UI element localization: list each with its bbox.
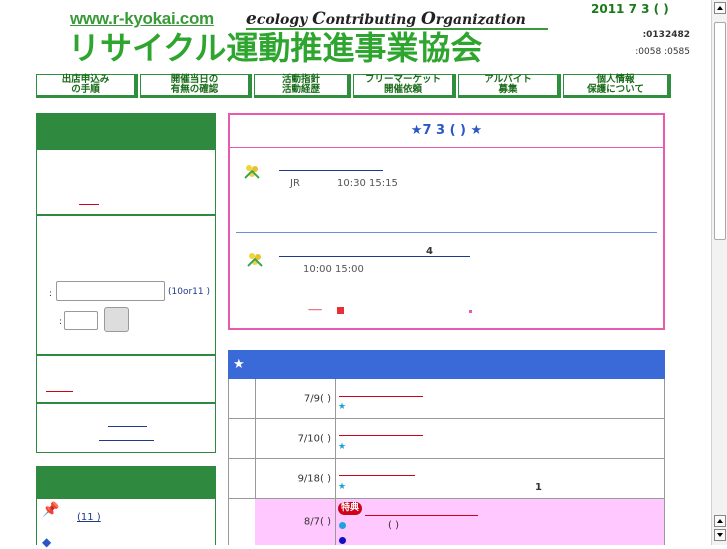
sidebar-list-box: 📌 (11 ) ◆ [36, 498, 216, 549]
organization-tagline: ecology Contributing Organization [246, 9, 526, 29]
event-title-link[interactable] [339, 435, 423, 436]
event-row[interactable]: 7/9( ) ★ [228, 379, 665, 419]
search-hint: (10or11 ) [168, 287, 210, 297]
more-link-dashes[interactable]: ------- [308, 305, 322, 314]
nav-label: 個人情報 保護について [587, 74, 644, 95]
event-row[interactable]: 9/18( ) ★ 1 [228, 459, 665, 499]
event-row-spacer [229, 419, 256, 458]
current-date: 2011 7 3 ( ) [591, 2, 669, 16]
search-number-input[interactable] [56, 281, 165, 301]
sidebar-header [36, 113, 216, 149]
sidebar-links-box [36, 403, 216, 453]
site-url-link[interactable]: www.r-kyokai.com [70, 9, 214, 29]
flower-icon [247, 253, 263, 267]
news-item-1-meta: JR [290, 178, 300, 189]
event-detail-cell: ★ [335, 419, 664, 458]
sidebar-link-box [36, 355, 216, 403]
event-detail-cell: ★ [335, 379, 664, 418]
scrollbar-thumb[interactable] [714, 22, 726, 240]
news-item-2-time: 10:00 15:00 [303, 264, 364, 275]
red-link-underline[interactable] [79, 204, 99, 205]
event-date: 7/9( ) [303, 393, 331, 404]
tagline-part3: rganization [435, 12, 526, 28]
scroll-down-button[interactable] [714, 529, 726, 541]
red-square-icon [337, 307, 344, 314]
bullet-icon [339, 537, 346, 544]
event-date-cell: 7/10( ) [255, 419, 336, 458]
tagline-c: C [312, 9, 326, 29]
nav-privacy-policy[interactable]: 個人情報 保護について [563, 74, 671, 98]
nav-activity-policy[interactable]: 活動指針 活動経歴 [254, 74, 351, 98]
event-title-link[interactable] [339, 475, 415, 476]
tagline-o: O [420, 9, 436, 29]
event-date: 8/7( ) [303, 516, 331, 528]
news-divider [236, 232, 657, 233]
event-date-cell: 7/9( ) [255, 379, 336, 418]
event-row-spacer [229, 379, 256, 418]
nav-part-time-jobs[interactable]: アルバイト 募集 [458, 74, 561, 98]
event-row-highlight[interactable]: 8/7( ) 特典 ( ) [228, 499, 665, 545]
news-item-1-time: 10:30 15:15 [337, 178, 398, 189]
nav-label: 開催当日の 有無の確認 [170, 74, 219, 95]
event-date-cell: 9/18( ) [255, 459, 336, 498]
event-row-spacer [229, 459, 256, 498]
search-label-2: : [59, 317, 63, 327]
event-row[interactable]: 7/10( ) ★ [228, 419, 665, 459]
red-link-underline[interactable] [46, 391, 73, 392]
star-icon: ★ [338, 442, 347, 452]
event-detail-cell: ★ 1 [335, 459, 664, 498]
tagline-part2: ontributing [325, 12, 421, 28]
search-label: : [49, 289, 53, 299]
pink-dot-icon [469, 310, 472, 313]
event-extra-number: 1 [535, 482, 542, 493]
vertical-scrollbar[interactable] [711, 0, 727, 545]
arrow-up-icon [717, 519, 723, 523]
sidebar-header-2 [36, 466, 216, 498]
sidebar-search-box: : (10or11 ) : [36, 215, 216, 355]
pin-icon: ◆ [42, 535, 52, 549]
visitor-counter-today: :0058 :0585 [635, 47, 690, 57]
nav-label: 出店申込み の手順 [61, 74, 110, 95]
pin-icon: 📌 [42, 502, 60, 518]
tagline-part1: cology [256, 12, 313, 28]
nav-application-steps[interactable]: 出店申込み の手順 [36, 74, 138, 98]
scroll-up-button-bottom[interactable] [714, 515, 726, 527]
event-title-link[interactable] [365, 515, 478, 516]
event-table-header: ★ [228, 350, 665, 379]
search-code-input[interactable] [64, 311, 98, 330]
blue-link-underline[interactable] [99, 440, 154, 441]
news-item-1-link[interactable] [279, 170, 383, 171]
scroll-up-button[interactable] [714, 2, 726, 14]
nav-flea-market-request[interactable]: フリーマーケット 開催依頼 [353, 74, 456, 98]
nav-label: 活動指針 活動経歴 [281, 74, 320, 95]
news-title: ★7 3 ( ) ★ [230, 115, 663, 148]
nav-label: フリーマーケット 開催依頼 [364, 74, 441, 95]
nav-event-status[interactable]: 開催当日の 有無の確認 [140, 74, 252, 98]
search-submit-button[interactable] [104, 307, 129, 332]
nav-label: アルバイト 募集 [484, 74, 532, 95]
event-parenthesis: ( ) [388, 520, 399, 531]
star-icon: ★ [338, 482, 347, 492]
event-title-link[interactable] [339, 396, 423, 397]
news-box: ★7 3 ( ) ★ JR 10:30 15:15 4 10:00 15:00 … [228, 113, 665, 330]
tagline-e: e [246, 9, 257, 29]
event-detail-cell: 特典 ( ) [335, 499, 664, 545]
sidebar-list-item[interactable]: (11 ) [77, 512, 101, 523]
visitor-counter-total: :0132482 [642, 30, 690, 40]
site-title: リサイクル運動推進事業協会 [68, 29, 483, 67]
flower-icon [244, 165, 260, 179]
event-date: 9/18( ) [297, 473, 331, 484]
bullet-icon [339, 522, 346, 529]
blue-link-underline[interactable] [108, 426, 147, 427]
event-date-cell: 8/7( ) [255, 499, 336, 545]
star-icon: ★ [338, 402, 347, 412]
bonus-badge: 特典 [338, 502, 363, 515]
arrow-up-icon [717, 6, 723, 10]
news-item-2-link[interactable] [279, 256, 470, 257]
sidebar-notice-box [36, 149, 216, 215]
event-row-spacer [229, 499, 256, 545]
arrow-down-icon [717, 533, 723, 537]
event-date: 7/10( ) [297, 433, 331, 444]
